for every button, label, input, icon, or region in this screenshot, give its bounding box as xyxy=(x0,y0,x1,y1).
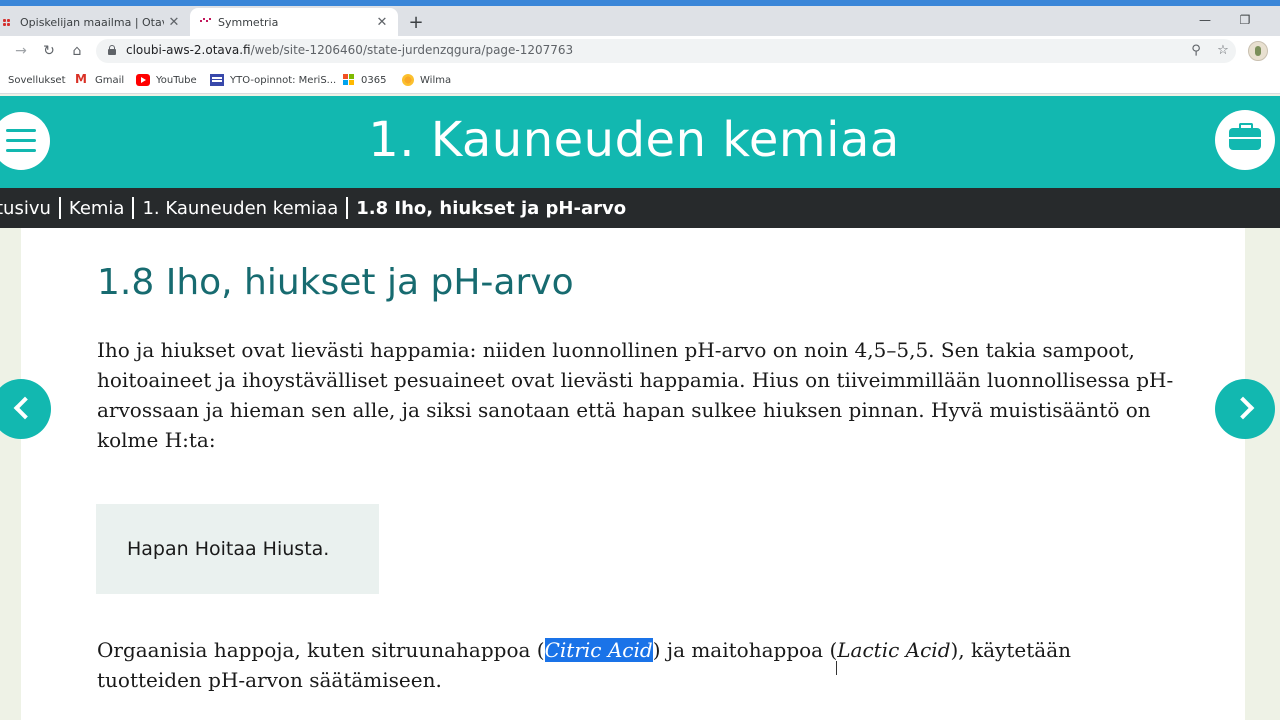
breadcrumb: tusivu Kemia 1. Kauneuden kemiaa 1.8 Iho… xyxy=(0,188,1280,228)
section-title: 1.8 Iho, hiukset ja pH-arvo xyxy=(97,262,574,303)
text-cursor-icon xyxy=(836,661,842,675)
breadcrumb-etusivu[interactable]: tusivu xyxy=(0,198,59,219)
breadcrumb-current: 1.8 Iho, hiukset ja pH-arvo xyxy=(356,197,627,219)
bookmark-wilma[interactable]: Wilma xyxy=(402,72,451,88)
tab-label: Symmetria xyxy=(218,15,279,29)
profile-avatar[interactable] xyxy=(1248,41,1268,61)
zoom-icon[interactable]: ⚲ xyxy=(1186,41,1206,61)
bookmark-0365[interactable]: 0365 xyxy=(343,72,386,88)
gmail-icon xyxy=(75,72,89,86)
bookmark-star-icon[interactable]: ☆ xyxy=(1213,41,1233,61)
bookmark-yto[interactable]: YTO-opinnot: MeriS... xyxy=(210,72,336,88)
office-icon xyxy=(343,74,355,86)
callout-text: Hapan Hoitaa Hiusta. xyxy=(127,538,330,560)
minimize-button[interactable]: — xyxy=(1190,10,1220,30)
callout-box: Hapan Hoitaa Hiusta. xyxy=(96,504,379,594)
lock-icon[interactable] xyxy=(108,45,116,55)
bookmark-gmail[interactable]: Gmail xyxy=(75,72,124,88)
breadcrumb-kemia[interactable]: Kemia xyxy=(61,198,133,219)
breadcrumb-chapter[interactable]: 1. Kauneuden kemiaa xyxy=(134,198,346,219)
paragraph-intro: Iho ja hiukset ovat lievästi happamia: n… xyxy=(97,338,1174,452)
tab-opiskelijan-maailma[interactable]: Opiskelijan maailma | Otava ✕ xyxy=(0,8,190,36)
close-tab-icon[interactable]: ✕ xyxy=(372,15,392,30)
selected-text: Citric Acid xyxy=(544,638,653,662)
reload-icon[interactable]: ↻ xyxy=(39,41,59,61)
youtube-icon xyxy=(136,74,150,86)
symmetria-favicon-icon xyxy=(200,17,210,27)
italic-term: Lactic Acid xyxy=(837,638,951,662)
close-tab-icon[interactable]: ✕ xyxy=(164,15,184,30)
paragraph-acids: Orgaanisia happoja, kuten sitruunahappoa… xyxy=(97,638,1071,692)
page-header: 1. Kauneuden kemiaa xyxy=(0,96,1280,188)
home-icon[interactable]: ⌂ xyxy=(67,41,87,61)
tab-bar: Opiskelijan maailma | Otava ✕ Symmetria … xyxy=(0,6,1280,36)
toolbox-button[interactable] xyxy=(1215,110,1275,170)
wilma-icon xyxy=(402,74,414,86)
address-bar[interactable]: cloubi-aws-2.otava.fi/web/site-1206460/s… xyxy=(96,39,1236,63)
bookmark-sovellukset[interactable]: Sovellukset xyxy=(8,72,66,88)
briefcase-icon xyxy=(1229,123,1261,150)
chevron-right-icon xyxy=(1231,396,1255,420)
restore-button[interactable]: ❐ xyxy=(1230,10,1260,30)
tab-symmetria[interactable]: Symmetria ✕ xyxy=(190,8,398,36)
back-forward-icon[interactable]: → xyxy=(11,41,31,61)
page-title: 1. Kauneuden kemiaa xyxy=(368,112,900,168)
content-card: 1.8 Iho, hiukset ja pH-arvo Iho ja hiuks… xyxy=(21,228,1245,720)
yto-icon xyxy=(210,74,224,86)
otava-favicon-icon xyxy=(2,17,12,27)
tab-label: Opiskelijan maailma | Otava xyxy=(20,15,164,29)
new-tab-button[interactable]: + xyxy=(404,12,428,36)
bookmarks-bar: Sovellukset Gmail YouTube YTO-opinnot: M… xyxy=(0,66,1280,94)
chevron-left-icon xyxy=(13,396,37,420)
browser-toolbar: → ↻ ⌂ cloubi-aws-2.otava.fi/web/site-120… xyxy=(0,36,1280,66)
next-page-button[interactable] xyxy=(1215,379,1275,439)
url-text[interactable]: cloubi-aws-2.otava.fi/web/site-1206460/s… xyxy=(126,43,573,57)
bookmark-youtube[interactable]: YouTube xyxy=(136,72,197,88)
